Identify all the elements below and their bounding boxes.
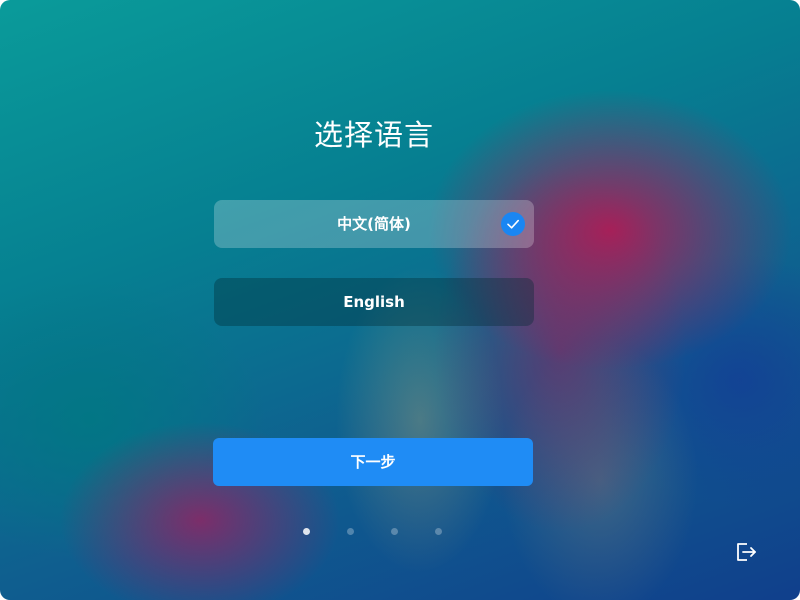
check-icon xyxy=(501,212,525,236)
next-button[interactable]: 下一步 xyxy=(213,438,533,486)
page-dot-2 xyxy=(347,528,354,535)
language-option-english[interactable]: English xyxy=(214,278,534,326)
language-option-label: English xyxy=(343,293,405,311)
page-dot-3 xyxy=(391,528,398,535)
page-dot-4 xyxy=(435,528,442,535)
exit-icon[interactable] xyxy=(734,540,758,564)
language-option-label: 中文(简体) xyxy=(337,215,411,233)
page-dot-1 xyxy=(303,528,310,535)
page-title: 选择语言 xyxy=(313,118,434,152)
language-selection-screen: 选择语言 中文(简体) English 下一步 xyxy=(0,0,800,600)
language-option-chinese-simplified[interactable]: 中文(简体) xyxy=(214,200,534,248)
